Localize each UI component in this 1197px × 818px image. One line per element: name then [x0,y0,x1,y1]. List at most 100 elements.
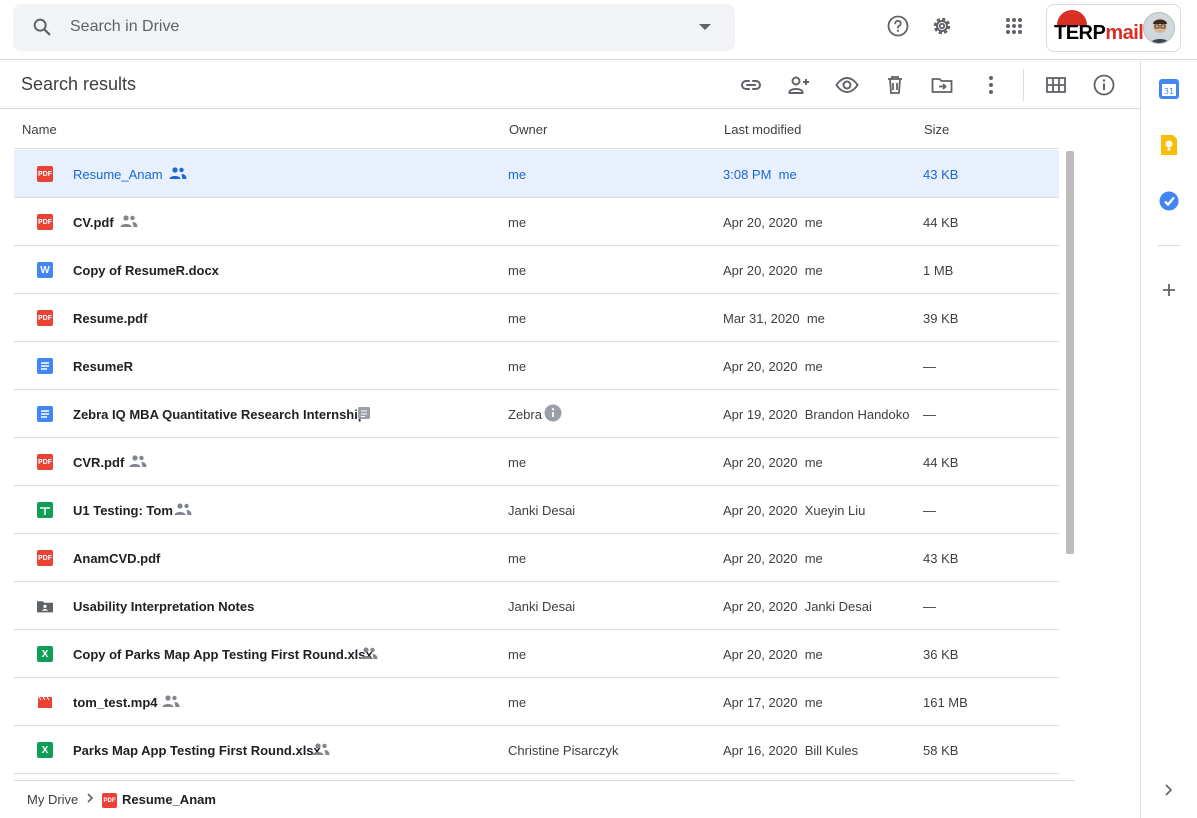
search-input[interactable]: Search in Drive [70,18,179,36]
size-cell: 58 KB [923,743,959,758]
table-row[interactable]: U1 Testing: Tom Janki Desai Apr 20, 2020 X… [14,486,1059,534]
last-modified-cell: Apr 20, 2020 Xueyin Liu [723,503,866,518]
file-name[interactable]: Resume.pdf [73,311,147,326]
breadcrumb: My Drive PDF Resume_Anam [14,780,1075,818]
svg-text:31: 31 [1164,87,1174,96]
owner-cell: Janki Desai [508,599,576,614]
search-options-dropdown-icon[interactable] [699,24,711,30]
file-name[interactable]: Usability Interpretation Notes [73,599,254,614]
shared-drive-badge-icon [358,407,370,419]
calendar-icon[interactable]: 31 [1155,75,1183,103]
search-bar[interactable]: Search in Drive [13,4,735,51]
share-add-person-icon[interactable] [787,73,811,97]
owner-cell: Zebra [508,407,542,422]
column-header-owner[interactable]: Owner [509,122,547,137]
file-name[interactable]: U1 Testing: Tom [73,503,173,518]
table-row[interactable]: PDF Resume.pdf me Mar 31, 2020 me 39 KB [14,294,1059,342]
table-row[interactable]: X Copy of Parks Map App Testing First Rou… [14,630,1059,678]
owner-cell: me [508,215,527,230]
settings-gear-icon[interactable] [930,14,954,38]
table-row[interactable]: Zebra IQ MBA Quantitative Research Inter… [14,390,1059,438]
breadcrumb-my-drive[interactable]: My Drive [27,792,78,807]
details-info-icon[interactable] [1092,73,1116,97]
search-icon[interactable] [31,16,53,38]
column-header-last-modified[interactable]: Last modified [724,122,801,137]
preview-eye-icon[interactable] [835,73,859,97]
table-row[interactable]: tom_test.mp4 me Apr 17, 2020 me 161 MB [14,678,1059,726]
column-header-size[interactable]: Size [924,122,949,137]
video-file-icon [37,694,53,710]
expand-side-panel-chevron-icon[interactable] [1160,782,1176,798]
file-list: PDF Resume_Anam me 3:08 PM me 43 KB PDF CV.pdf… [14,150,1059,774]
keep-icon[interactable] [1155,131,1183,159]
owner-cell: me [508,455,527,470]
scrollbar[interactable] [1066,151,1074,554]
file-name[interactable]: CVR.pdf [73,455,124,470]
shared-people-icon [312,743,330,755]
file-name[interactable]: tom_test.mp4 [73,695,158,710]
breadcrumb-current-file[interactable]: Resume_Anam [122,792,216,807]
google-doc-icon [37,358,53,374]
side-panel-divider [1158,245,1180,246]
table-row[interactable]: X Parks Map App Testing First Round.xlsx C… [14,726,1059,774]
table-row[interactable]: ResumeR me Apr 20, 2020 me — [14,342,1059,390]
owner-cell: Janki Desai [508,503,576,518]
file-name[interactable]: Zebra IQ MBA Quantitative Research Inter… [73,407,366,422]
table-row[interactable]: PDF CV.pdf me Apr 20, 2020 me 44 KB [14,198,1059,246]
file-name[interactable]: Resume_Anam [73,167,163,182]
size-cell: — [923,503,936,518]
file-name[interactable]: CV.pdf [73,215,114,230]
size-cell: 44 KB [923,215,959,230]
size-cell: 161 MB [923,695,968,710]
more-actions-icon[interactable] [979,73,1003,97]
info-icon[interactable] [544,404,562,422]
help-icon[interactable] [886,14,910,38]
top-bar: Search in Drive TERPmail [0,0,1197,60]
file-list-header: Name Owner Last modified Size [14,109,1059,149]
last-modified-cell: Apr 17, 2020 me [723,695,823,710]
table-row[interactable]: PDF CVR.pdf me Apr 20, 2020 me 44 KB [14,438,1059,486]
google-sheet-icon [37,502,53,518]
shared-people-icon [360,647,378,659]
owner-cell: me [508,167,527,182]
file-name[interactable]: Copy of ResumeR.docx [73,263,219,278]
last-modified-cell: Apr 20, 2020 me [723,359,823,374]
owner-cell: me [508,263,527,278]
file-name[interactable]: Copy of Parks Map App Testing First Roun… [73,647,373,662]
last-modified-cell: Apr 20, 2020 me [723,263,823,278]
file-name[interactable]: ResumeR [73,359,133,374]
page-title: Search results [21,74,137,94]
last-modified-cell: Apr 20, 2020 me [723,551,823,566]
tasks-icon[interactable] [1155,187,1183,215]
table-row[interactable]: Usability Interpretation Notes Janki Desa… [14,582,1059,630]
last-modified-cell: Apr 19, 2020 Brandon Handoko [723,407,910,422]
owner-cell: me [508,695,527,710]
chevron-right-icon [87,793,94,803]
shared-people-icon [129,455,147,467]
table-row[interactable]: W Copy of ResumeR.docx me Apr 20, 2020 me 1 … [14,246,1059,294]
grid-view-icon[interactable] [1044,73,1068,97]
account-button[interactable]: TERPmail [1046,4,1181,52]
file-name[interactable]: Parks Map App Testing First Round.xlsx [73,743,321,758]
trash-icon[interactable] [883,73,907,97]
avatar[interactable] [1143,12,1175,44]
size-cell: 43 KB [923,551,959,566]
table-row[interactable]: PDF AnamCVD.pdf me Apr 20, 2020 me 43 KB [14,534,1059,582]
google-doc-icon [37,406,53,422]
move-to-folder-icon[interactable] [930,73,954,97]
owner-cell: me [508,647,527,662]
get-link-icon[interactable] [739,73,763,97]
get-add-ons-plus-icon[interactable] [1155,276,1183,304]
file-name[interactable]: AnamCVD.pdf [73,551,160,566]
size-cell: 1 MB [923,263,954,278]
table-row[interactable]: PDF Resume_Anam me 3:08 PM me 43 KB [14,150,1059,198]
last-modified-cell: Apr 20, 2020 me [723,647,823,662]
shared-people-icon [120,215,138,227]
pdf-file-icon: PDF [37,214,53,230]
excel-file-icon: X [37,646,53,662]
last-modified-cell: Apr 20, 2020 me [723,455,823,470]
column-header-name[interactable]: Name [22,122,57,137]
pdf-file-icon: PDF [37,166,53,182]
size-cell: 36 KB [923,647,959,662]
apps-grid-icon[interactable] [1002,14,1026,38]
